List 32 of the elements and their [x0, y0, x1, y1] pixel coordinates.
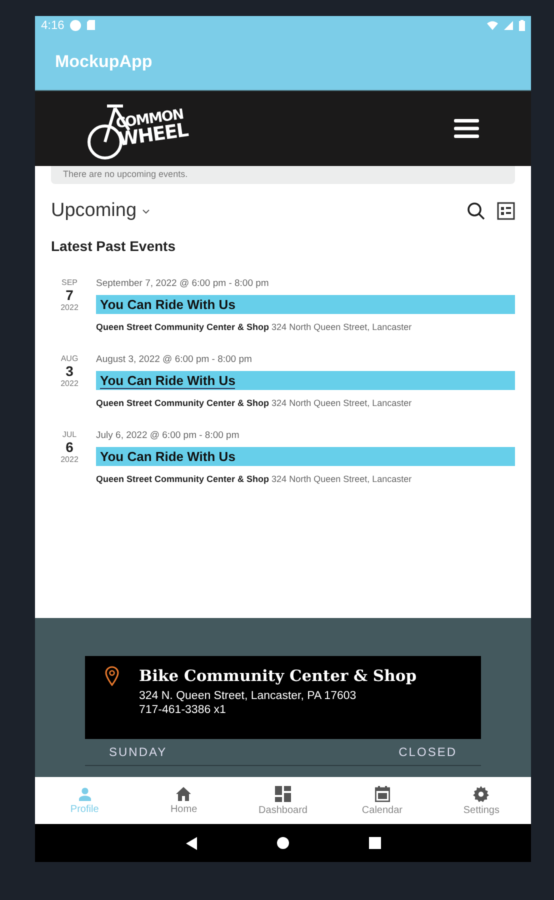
event-month: JUL — [62, 430, 77, 439]
event-venue: Queen Street Community Center & Shop 324 North Queen Street, Lancaster — [96, 398, 413, 408]
event-venue: Queen Street Community Center & Shop 324 North Queen Street, Lancaster — [96, 474, 413, 484]
event-day: 6 — [66, 439, 74, 455]
event-venue: Queen Street Community Center & Shop 324 North Queen Street, Lancaster — [96, 322, 413, 332]
event-day: 7 — [66, 287, 74, 303]
app-title: MockupApp — [55, 52, 152, 72]
event-year: 2022 — [60, 303, 78, 312]
event-datetime: September 7, 2022 @ 6:00 pm - 8:00 pm — [96, 278, 270, 289]
event-datetime: July 6, 2022 @ 6:00 pm - 8:00 pm — [96, 430, 240, 441]
status-time: 4:16 — [41, 18, 64, 32]
event-month: AUG — [60, 354, 78, 363]
notice-banner: There are no upcoming events. — [51, 166, 515, 184]
location-address: 324 N. Queen Street, Lancaster, PA 17603 — [139, 689, 358, 703]
event-day: 3 — [66, 363, 74, 379]
event-month: SEP — [61, 278, 78, 287]
event-title-link[interactable]: You Can Ride With Us — [96, 371, 515, 390]
location-phone: 717-461-3386 x1 — [139, 703, 227, 717]
nav-tab[interactable]: Dashboard — [233, 777, 333, 824]
hours-status: CLOSED — [398, 745, 457, 759]
event-year: 2022 — [60, 379, 78, 388]
section-heading: Latest Past Events — [51, 238, 176, 254]
view-selector[interactable]: Upcoming — [51, 200, 150, 222]
nav-tab[interactable]: Home — [134, 777, 234, 824]
event-datetime: August 3, 2022 @ 6:00 pm - 8:00 pm — [96, 354, 253, 365]
event-year: 2022 — [60, 455, 78, 464]
nav-tab[interactable]: Calendar — [332, 777, 432, 824]
hours-day: SUNDAY — [109, 745, 168, 759]
location-name: Bike Community Center & Shop — [139, 666, 417, 685]
event-title-link[interactable]: You Can Ride With Us — [96, 447, 515, 466]
nav-tab[interactable]: Settings — [432, 777, 531, 824]
event-title-link[interactable]: You Can Ride With Us — [96, 295, 515, 314]
